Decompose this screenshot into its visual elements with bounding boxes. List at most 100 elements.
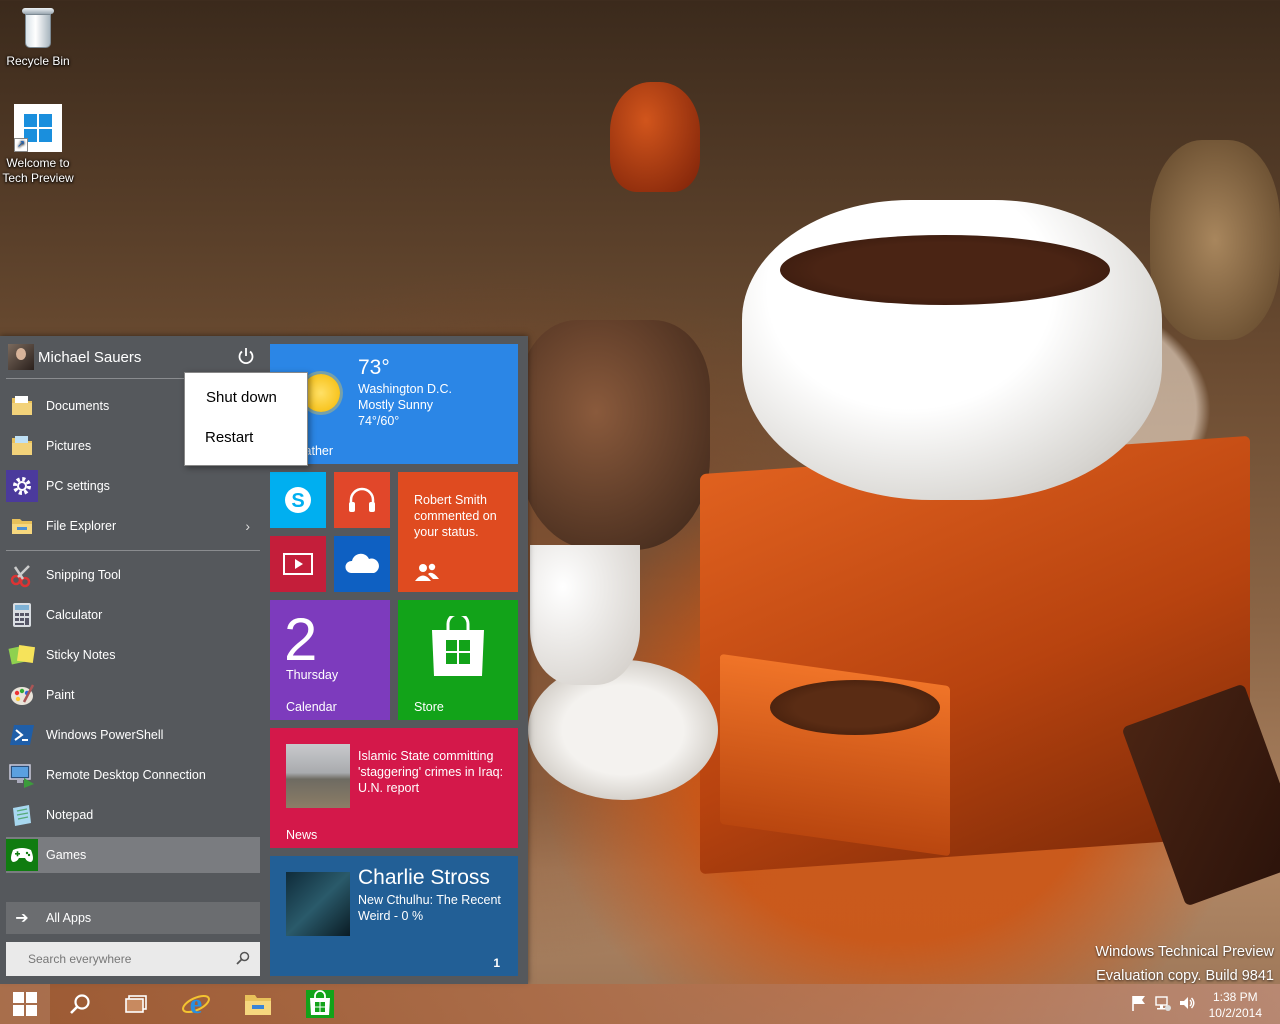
power-menu: Shut down Restart: [184, 372, 308, 466]
file-explorer-icon: [245, 995, 271, 1015]
desktop-icon-welcome[interactable]: ↗ Welcome to Tech Preview: [0, 104, 76, 186]
shut-down-option[interactable]: Shut down: [206, 389, 277, 406]
wallpaper-coffee-pot: [520, 320, 710, 550]
tile-skype[interactable]: S: [270, 472, 326, 528]
wallpaper-grinder-box: [700, 435, 1250, 875]
task-view-button[interactable]: [108, 984, 164, 1024]
start-item-label: Games: [46, 848, 87, 862]
weather-range: 74°/60°: [358, 414, 400, 428]
tile-store[interactable]: Store: [398, 600, 518, 720]
start-item-label: File Explorer: [46, 519, 117, 533]
news-headline: Islamic State committing 'staggering' cr…: [358, 749, 504, 795]
weather-temp: 73°: [358, 356, 390, 379]
arrow-right-icon: ➔: [15, 910, 29, 927]
flag-icon[interactable]: [1130, 994, 1148, 1012]
start-item-label: Calculator: [46, 608, 103, 622]
people-notification: Robert Smith commented on your status.: [414, 493, 497, 539]
taskbar-search-button[interactable]: [52, 984, 108, 1024]
scissors-icon: [6, 559, 38, 591]
chevron-right-icon[interactable]: ›: [245, 518, 250, 534]
tile-reading[interactable]: Charlie Stross New Cthulhu: The Recent W…: [270, 856, 518, 976]
tile-label: Store: [414, 700, 444, 714]
windows-logo-icon: ↗: [14, 104, 62, 152]
gear-icon: [6, 470, 38, 502]
start-item-remote-desktop-connection[interactable]: Remote Desktop Connection: [6, 757, 260, 793]
start-item-label: Snipping Tool: [46, 568, 121, 582]
start-item-label: Remote Desktop Connection: [46, 768, 206, 782]
start-item-file-explorer[interactable]: File Explorer ›: [6, 508, 260, 544]
avatar: [8, 344, 34, 370]
start-item-pc-settings[interactable]: PC settings: [6, 468, 260, 504]
cloud-icon: [334, 536, 390, 592]
wallpaper-chocolate: [1121, 683, 1280, 907]
folder-icon: [6, 430, 38, 462]
wallpaper-cup: [530, 545, 640, 685]
desktop-icon-label: Recycle Bin: [6, 54, 70, 68]
file-explorer-icon: [6, 510, 38, 542]
internet-explorer-button[interactable]: e: [168, 984, 224, 1024]
tile-video[interactable]: [270, 536, 326, 592]
all-apps-button[interactable]: ➔ All Apps: [6, 902, 260, 934]
volume-icon[interactable]: [1178, 994, 1196, 1012]
store-button[interactable]: [292, 984, 348, 1024]
wallpaper-grounds: [770, 680, 940, 735]
weather-condition: Mostly Sunny: [358, 398, 434, 412]
start-item-windows-powershell[interactable]: Windows PowerShell: [6, 717, 260, 753]
search-icon: [236, 951, 250, 965]
tile-news[interactable]: Islamic State committing 'staggering' cr…: [270, 728, 518, 848]
video-icon: [270, 536, 326, 592]
tile-onedrive[interactable]: [334, 536, 390, 592]
user-name: Michael Sauers: [38, 348, 142, 366]
wallpaper-grinder-knob: [610, 82, 700, 192]
news-thumbnail: [286, 744, 350, 808]
divider: [6, 550, 260, 551]
watermark-line: Windows Technical Preview: [1095, 944, 1274, 960]
network-icon[interactable]: [1154, 994, 1172, 1012]
start-item-sticky-notes[interactable]: Sticky Notes: [6, 637, 260, 673]
tile-music[interactable]: [334, 472, 390, 528]
wallpaper-drawer: [720, 653, 950, 857]
start-item-paint[interactable]: Paint: [6, 677, 260, 713]
people-icon: [415, 563, 439, 581]
tile-label: News: [286, 828, 318, 842]
start-item-calculator[interactable]: Calculator: [6, 597, 260, 633]
task-view-icon: [125, 995, 147, 1013]
file-explorer-button[interactable]: [230, 984, 286, 1024]
start-item-label: Windows PowerShell: [46, 728, 164, 742]
clock-date: 10/2/2014: [1208, 1006, 1262, 1020]
user-account[interactable]: Michael Sauers: [8, 344, 141, 370]
tile-label: Calendar: [286, 700, 337, 714]
gamepad-icon: [6, 839, 38, 871]
start-item-label: Pictures: [46, 439, 92, 453]
book-author: Charlie Stross: [358, 866, 490, 889]
start-item-notepad[interactable]: Notepad: [6, 797, 260, 833]
restart-option[interactable]: Restart: [205, 429, 253, 446]
badge-count: 1: [493, 956, 500, 970]
palette-icon: [6, 679, 38, 711]
start-item-label: Notepad: [46, 808, 94, 822]
wallpaper-grinder-bowl: [742, 200, 1162, 500]
start-item-games[interactable]: Games: [6, 837, 260, 873]
clock-time: 1:38 PM: [1212, 990, 1258, 1004]
start-button[interactable]: [0, 984, 50, 1024]
folder-icon: [6, 390, 38, 422]
desktop-icon-recycle-bin[interactable]: Recycle Bin: [0, 6, 76, 69]
search-input[interactable]: Search everywhere: [6, 942, 260, 976]
store-icon: [306, 990, 334, 1018]
tile-people[interactable]: Robert Smith commented on your status.: [398, 472, 518, 592]
power-icon[interactable]: [236, 346, 256, 366]
search-placeholder: Search everywhere: [28, 952, 132, 966]
start-icon: [13, 992, 37, 1016]
svg-text:S: S: [291, 490, 304, 512]
desktop-icon-label: Welcome to Tech Preview: [2, 156, 74, 185]
start-item-label: Sticky Notes: [46, 648, 116, 662]
start-item-snipping-tool[interactable]: Snipping Tool: [6, 557, 260, 593]
notepad-icon: [6, 799, 38, 831]
tile-calendar[interactable]: 2 Thursday Calendar: [270, 600, 390, 720]
recycle-bin-icon: [20, 6, 56, 50]
wallpaper-saucer: [528, 660, 718, 800]
sticky-notes-icon: [6, 639, 38, 671]
svg-text:e: e: [190, 989, 202, 1019]
clock[interactable]: 1:38 PM 10/2/2014: [1209, 989, 1262, 1021]
internet-explorer-icon: e: [182, 989, 210, 1019]
